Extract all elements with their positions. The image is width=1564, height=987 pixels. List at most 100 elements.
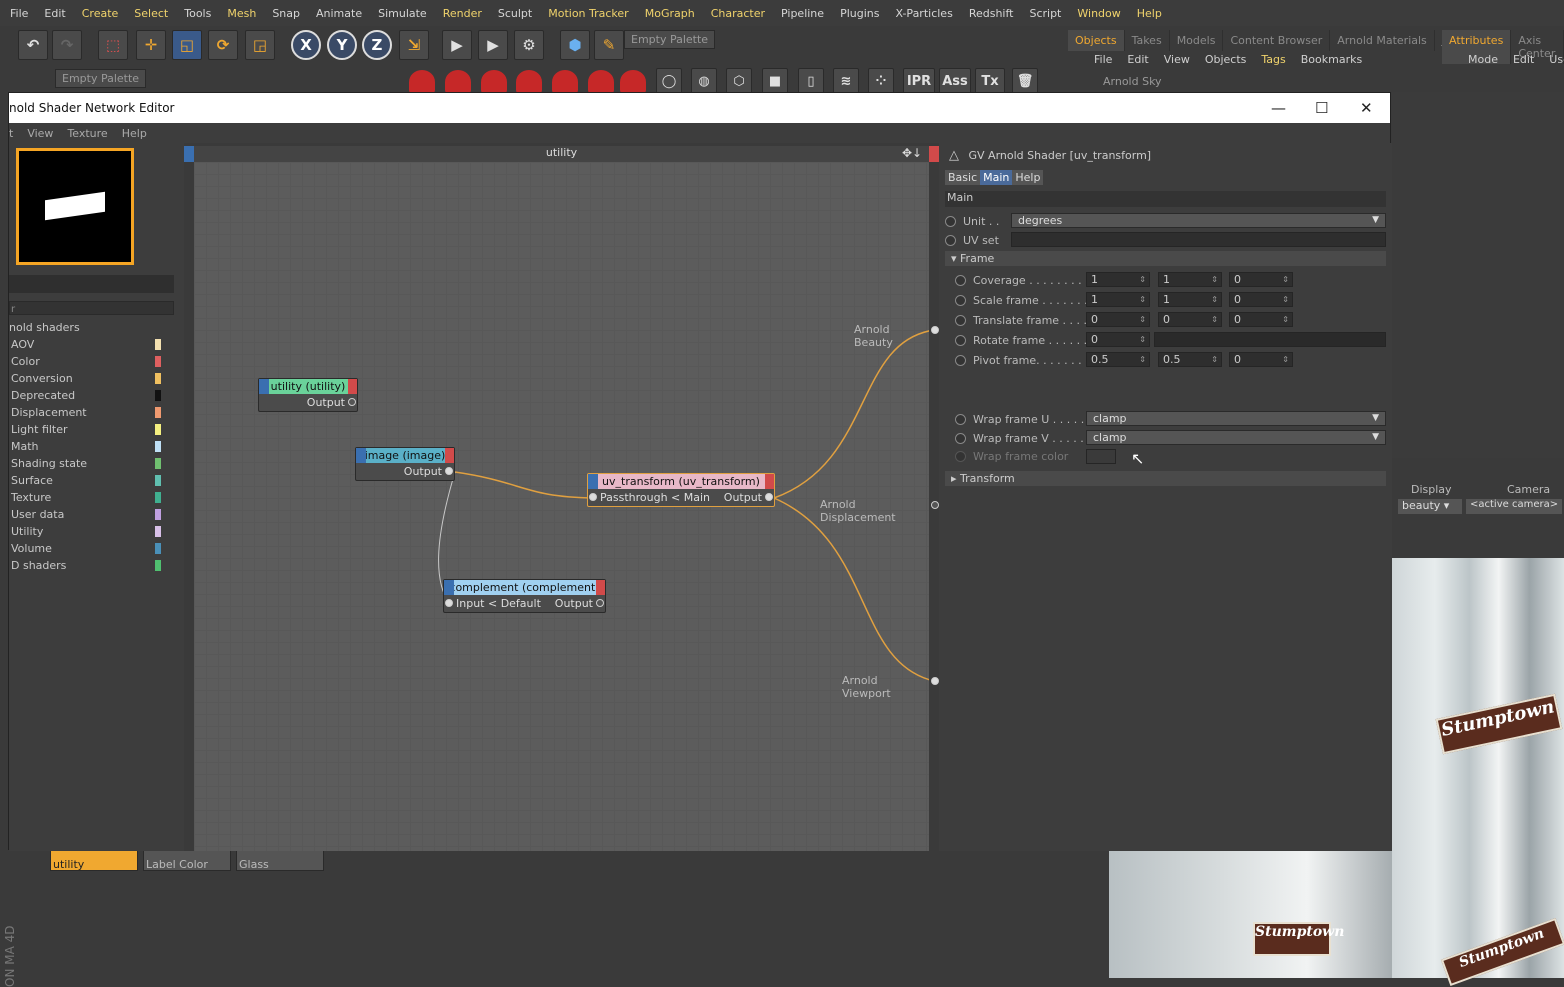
- output-viewport-port[interactable]: [931, 677, 939, 685]
- undo-icon[interactable]: ↶: [18, 30, 48, 60]
- close-button[interactable]: ✕: [1360, 99, 1373, 117]
- window-menu-texture[interactable]: Texture: [67, 127, 107, 140]
- objects-menu-edit[interactable]: Edit: [1127, 53, 1148, 66]
- unit-dropdown[interactable]: degrees ▼: [1011, 213, 1386, 228]
- menu-render[interactable]: Render: [443, 7, 482, 20]
- shader-category-item[interactable]: AOV: [9, 336, 169, 353]
- scale-icon[interactable]: ◱: [172, 30, 202, 60]
- objects-menu-objects[interactable]: Objects: [1205, 53, 1247, 66]
- shader-category-item[interactable]: Shading state: [9, 455, 169, 472]
- menu-sculpt[interactable]: Sculpt: [498, 7, 532, 20]
- display-dropdown[interactable]: beauty ▾: [1398, 499, 1462, 514]
- menu-mograph[interactable]: MoGraph: [645, 7, 695, 20]
- menu-help[interactable]: Help: [1137, 7, 1162, 20]
- objects-menu-view[interactable]: View: [1164, 53, 1190, 66]
- render-picture-viewer-icon[interactable]: ▶: [478, 30, 508, 60]
- wrap-v-dropdown[interactable]: clamp ▼: [1086, 430, 1386, 445]
- node-utility-output-port[interactable]: [348, 398, 356, 406]
- menu-motion-tracker[interactable]: Motion Tracker: [548, 7, 628, 20]
- attr-tab-help[interactable]: Help: [1012, 170, 1044, 185]
- tab-arnold-materials[interactable]: Arnold Materials: [1330, 30, 1435, 51]
- frame-value-field[interactable]: 0 ⇕: [1158, 312, 1222, 327]
- spinner-icon[interactable]: ⇕: [1211, 273, 1218, 286]
- cube-icon[interactable]: ⬢: [560, 30, 590, 60]
- arnold-sky-icon[interactable]: [481, 70, 507, 94]
- particles-icon[interactable]: ⁘: [868, 68, 894, 94]
- move-icon[interactable]: ✛: [136, 30, 166, 60]
- render-viewport[interactable]: Stumptown Stumptown: [1392, 558, 1564, 987]
- tx-button[interactable]: Tx: [975, 68, 1005, 94]
- frame-value-field[interactable]: 1 ⇕: [1086, 272, 1150, 287]
- material-glass[interactable]: Glass: [236, 850, 324, 871]
- spinner-icon[interactable]: ⇕: [1139, 333, 1146, 346]
- wrap-color-keyframe[interactable]: [955, 450, 966, 462]
- bulb-icon[interactable]: ◯: [656, 68, 682, 94]
- node-uv-transform[interactable]: uv_transform (uv_transform) Passthrough …: [587, 473, 775, 507]
- frame-value-field[interactable]: 0 ⇕: [1229, 312, 1293, 327]
- y-axis-icon[interactable]: Y: [327, 30, 357, 60]
- frame-value-field[interactable]: 0 ⇕: [1229, 352, 1293, 367]
- globe-icon[interactable]: ◍: [691, 68, 717, 94]
- frame-row-keyframe[interactable]: [955, 354, 966, 366]
- shader-group[interactable]: nold shaders: [9, 319, 169, 336]
- node-complement[interactable]: complement (complement) Input < Default …: [443, 579, 606, 613]
- tab-objects[interactable]: Objects: [1068, 30, 1125, 51]
- shader-category-item[interactable]: Color: [9, 353, 169, 370]
- window-menu-help[interactable]: Help: [122, 127, 147, 140]
- objects-menu-bookmarks[interactable]: Bookmarks: [1301, 53, 1362, 66]
- attr-tab-basic[interactable]: Basic: [945, 170, 981, 185]
- menu-edit[interactable]: Edit: [44, 7, 65, 20]
- arnold-mesh-light-icon[interactable]: [620, 70, 646, 94]
- objects-menu-file[interactable]: File: [1094, 53, 1112, 66]
- shader-category-item[interactable]: Deprecated: [9, 387, 169, 404]
- frame-row-keyframe[interactable]: [955, 294, 966, 306]
- menu-create[interactable]: Create: [82, 7, 119, 20]
- shader-category-item[interactable]: Volume: [9, 540, 169, 557]
- frame-section-header[interactable]: ▾ Frame: [945, 251, 1386, 266]
- layers-icon[interactable]: ≋: [833, 68, 859, 94]
- frame-value-field[interactable]: 1 ⇕: [1086, 292, 1150, 307]
- graph-canvas[interactable]: utility (utility) Output image (image) O…: [194, 162, 939, 851]
- attr-tab-main[interactable]: Main: [980, 170, 1013, 185]
- empty-palette-1[interactable]: Empty Palette: [624, 30, 716, 49]
- menu-script[interactable]: Script: [1029, 7, 1061, 20]
- shader-category-item[interactable]: Math: [9, 438, 169, 455]
- live-selection-icon[interactable]: ⬚: [98, 30, 128, 60]
- render-view-icon[interactable]: ▶: [442, 30, 472, 60]
- render-viewport-lower[interactable]: Stumptown: [1109, 850, 1392, 978]
- menu-select[interactable]: Select: [134, 7, 168, 20]
- spinner-icon[interactable]: ⇕: [1282, 273, 1289, 286]
- menu-file[interactable]: File: [10, 7, 28, 20]
- redo-icon[interactable]: ↷: [52, 30, 82, 60]
- node-image-output-port[interactable]: [445, 467, 453, 475]
- material-utility[interactable]: utility: [50, 850, 138, 871]
- menu-simulate[interactable]: Simulate: [378, 7, 427, 20]
- ipr-button[interactable]: IPR: [903, 68, 935, 94]
- spinner-icon[interactable]: ⇕: [1139, 273, 1146, 286]
- transform-icon[interactable]: ◲: [245, 30, 275, 60]
- menu-window[interactable]: Window: [1077, 7, 1120, 20]
- spinner-icon[interactable]: ⇕: [1139, 353, 1146, 366]
- arnold-box-icon[interactable]: [552, 70, 578, 94]
- spinner-icon[interactable]: ⇕: [1139, 293, 1146, 306]
- camera-dropdown[interactable]: <active camera>: [1466, 499, 1562, 514]
- menu-plugins[interactable]: Plugins: [840, 7, 879, 20]
- frame-value-field[interactable]: 0 ⇕: [1229, 272, 1293, 287]
- wrap-color-swatch[interactable]: [1086, 449, 1116, 464]
- arnold-spot-icon[interactable]: [588, 70, 614, 94]
- pen-icon[interactable]: ✎: [594, 30, 624, 60]
- frame-value-field[interactable]: 0.5 ⇕: [1086, 352, 1150, 367]
- rotate-icon[interactable]: ⟳: [208, 30, 238, 60]
- empty-palette-2[interactable]: Empty Palette: [55, 69, 147, 88]
- window-menu-edit[interactable]: t: [9, 127, 13, 140]
- arnold-sphere-icon[interactable]: [445, 70, 471, 94]
- frame-value-field[interactable]: 1 ⇕: [1158, 272, 1222, 287]
- ass-button[interactable]: Ass: [939, 68, 971, 94]
- window-menu-view[interactable]: View: [27, 127, 53, 140]
- menu-character[interactable]: Character: [711, 7, 765, 20]
- rotate-frame-slider[interactable]: [1154, 332, 1386, 347]
- frame-row-keyframe[interactable]: [955, 314, 966, 326]
- shader-category-item[interactable]: User data: [9, 506, 169, 523]
- wrap-u-dropdown[interactable]: clamp ▼: [1086, 411, 1386, 426]
- tab-models[interactable]: Models: [1170, 30, 1224, 51]
